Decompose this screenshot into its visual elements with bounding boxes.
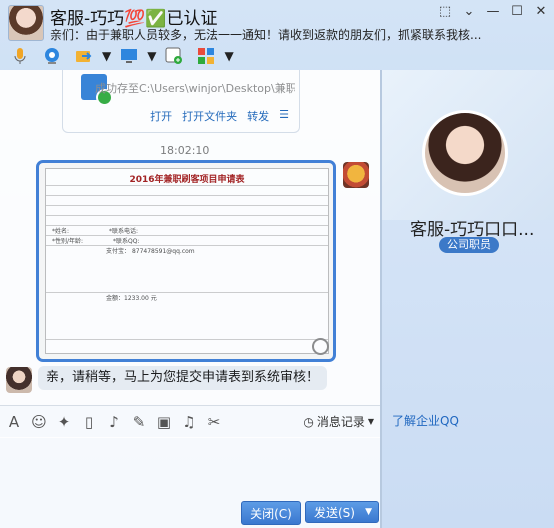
chevron-down-icon[interactable]: ▼ [365, 507, 372, 517]
form-phone-label: *联系电话: [109, 228, 139, 235]
file-actions: 打开 打开文件夹 转发 ☰ [150, 108, 289, 124]
form-alipay-label: 支付宝： [106, 248, 131, 255]
chevron-down-icon[interactable]: ▼ [102, 49, 111, 63]
profile-panel: 客服-巧巧口口... 公司职员 了解企业QQ [382, 70, 554, 528]
video-icon[interactable] [38, 44, 66, 68]
microphone-icon[interactable] [6, 44, 34, 68]
send-label: 发送(S) [314, 505, 355, 520]
add-contact-icon[interactable] [160, 44, 188, 68]
form-alipay-value: 877478591@qq.com [131, 248, 195, 255]
message-history-label: 消息记录 [316, 415, 365, 429]
apps-icon[interactable] [192, 44, 220, 68]
message-history-button[interactable]: ◷ 消息记录 ▼ [303, 413, 374, 430]
self-avatar[interactable] [343, 162, 369, 188]
chat-toolbar: ▼ ▼ ▼ [0, 42, 386, 70]
emoji-icon[interactable]: ☺ [28, 411, 50, 433]
minimize-icon[interactable]: — [486, 4, 500, 19]
form-amount: 金额：1233.00 元 [106, 295, 157, 302]
font-icon[interactable]: A [3, 411, 25, 433]
zoom-icon[interactable] [312, 338, 329, 355]
forward-link[interactable]: 转发 [247, 108, 269, 124]
chat-window: 客服-巧巧💯✅已认证 亲们：由于兼职人员较多，无法一一通知！请收到返款的朋友们，… [0, 0, 554, 528]
message-area[interactable]: 成功存至C:\Users\winjor\Desktop\兼职申请... 打开 打… [0, 70, 380, 405]
message-timestamp: 18:02:10 [160, 144, 210, 157]
chevron-down-icon[interactable]: ⌄ [462, 4, 476, 19]
screen-share-icon[interactable] [115, 44, 143, 68]
chevron-down-icon: ▼ [367, 417, 374, 426]
image-message[interactable]: 2016年兼职刷客项目申请表 *姓名: *联系电话: *性别/年龄: *联系QQ… [36, 160, 336, 362]
contact-avatar-small[interactable] [6, 367, 32, 393]
profile-avatar[interactable] [422, 110, 508, 196]
shake-icon[interactable]: ✦ [53, 411, 75, 433]
edit-icon[interactable]: ✎ [128, 411, 150, 433]
open-file-link[interactable]: 打开 [150, 108, 172, 124]
enterprise-qq-link[interactable]: 了解企业QQ [392, 412, 459, 429]
message-input[interactable]: 关闭(C) 发送(S) ▼ [0, 437, 380, 528]
form-title: 2016年兼职刷客项目申请表 [129, 175, 245, 185]
chevron-down-icon[interactable]: ▼ [147, 49, 156, 63]
application-form-image: 2016年兼职刷客项目申请表 *姓名: *联系电话: *性别/年龄: *联系QQ… [45, 168, 329, 354]
voice-icon[interactable]: ♪ [103, 411, 125, 433]
window-controls: ⬚ ⌄ — ☐ ✕ [438, 4, 548, 19]
form-age-label: *性别/年龄: [52, 238, 84, 245]
music-icon[interactable]: ♫ [178, 411, 200, 433]
send-button[interactable]: 发送(S) ▼ [305, 501, 379, 523]
file-save-path: 成功存至C:\Users\winjor\Desktop\兼职申请... [95, 82, 295, 95]
scissors-icon[interactable]: ✂ [203, 411, 225, 433]
open-folder-link[interactable]: 打开文件夹 [182, 108, 237, 124]
format-toolbar: A ☺ ✦ ▯ ♪ ✎ ▣ ♫ ✂ ◷ 消息记录 ▼ [0, 405, 380, 438]
form-name-label: *姓名: [52, 228, 70, 235]
form-qq-label: *联系QQ: [113, 238, 140, 245]
contact-avatar[interactable] [8, 5, 44, 41]
file-transfer-icon[interactable] [70, 44, 98, 68]
skin-icon[interactable]: ⬚ [438, 4, 452, 19]
window-header: 客服-巧巧💯✅已认证 亲们：由于兼职人员较多，无法一一通知！请收到返款的朋友们，… [0, 0, 554, 42]
reply-message: 亲，请稍等，马上为您提交申请表到系统审核！ [38, 366, 328, 390]
gif-icon[interactable]: ▯ [78, 411, 100, 433]
close-icon[interactable]: ✕ [534, 4, 548, 19]
maximize-icon[interactable]: ☐ [510, 4, 524, 19]
file-message-card[interactable]: 成功存至C:\Users\winjor\Desktop\兼职申请... 打开 打… [62, 70, 300, 133]
chevron-down-icon[interactable]: ▼ [224, 49, 233, 63]
clock-icon: ◷ [303, 414, 314, 429]
image-icon[interactable]: ▣ [153, 411, 175, 433]
menu-icon[interactable]: ☰ [279, 108, 289, 124]
contact-signature: 亲们：由于兼职人员较多，无法一一通知！请收到返款的朋友们，抓紧联系我核... [50, 28, 482, 42]
role-badge: 公司职员 [439, 237, 499, 253]
close-button[interactable]: 关闭(C) [241, 501, 301, 525]
